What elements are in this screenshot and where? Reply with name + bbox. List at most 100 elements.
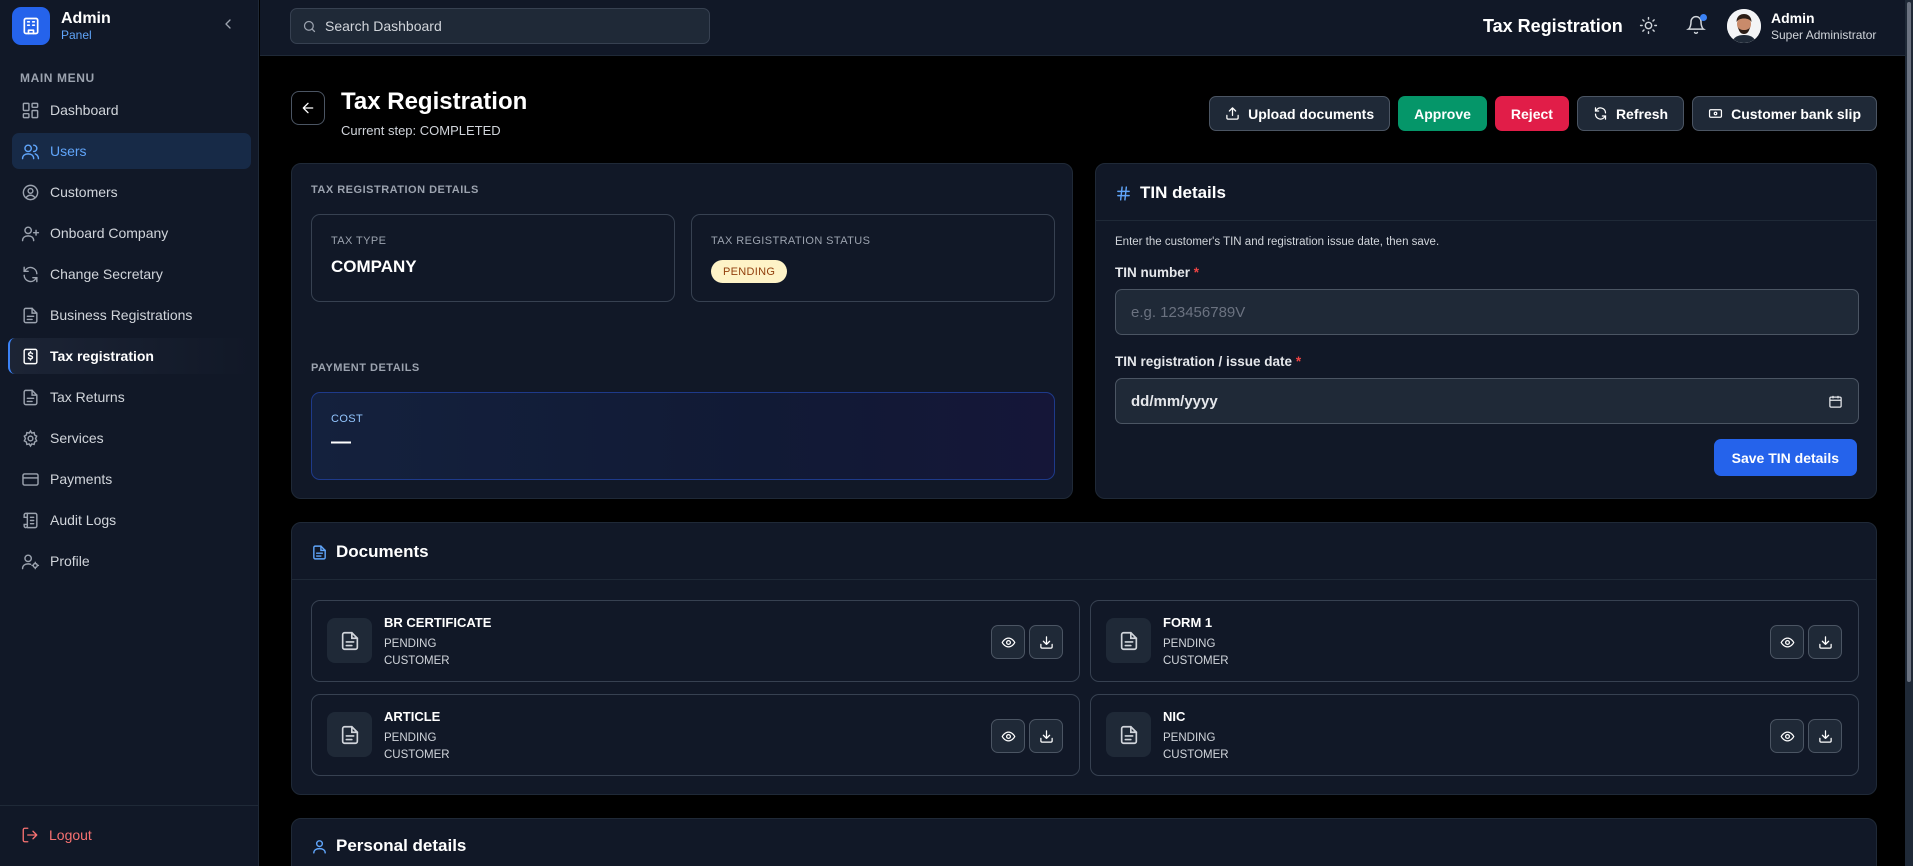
approve-button[interactable]: Approve — [1398, 96, 1487, 131]
user-circle-icon — [21, 183, 40, 202]
details-heading: TAX REGISTRATION DETAILS — [311, 184, 479, 196]
tin-number-label: TIN number * — [1115, 265, 1199, 280]
reject-button[interactable]: Reject — [1494, 96, 1569, 131]
save-tin-details-button[interactable]: Save TIN details — [1713, 439, 1857, 476]
personal-details-card: Personal details — [291, 818, 1877, 866]
tax-registration-details-card: TAX REGISTRATION DETAILS TAX TYPE COMPAN… — [291, 163, 1073, 499]
view-document-button[interactable] — [991, 719, 1025, 753]
document-item: ARTICLE PENDING CUSTOMER — [311, 694, 1080, 776]
user-icon — [313, 839, 326, 854]
sidebar-item-profile[interactable]: Profile — [12, 543, 251, 579]
tin-number-field[interactable] — [1115, 289, 1859, 335]
chevron-left-icon[interactable] — [220, 16, 236, 32]
brand[interactable]: Admin Panel — [12, 7, 111, 45]
sidebar-item-payments[interactable]: Payments — [12, 461, 251, 497]
document-item: NIC PENDING CUSTOMER — [1090, 694, 1859, 776]
tin-number-input[interactable] — [1131, 303, 1831, 321]
refresh-label: Refresh — [1615, 105, 1669, 122]
sidebar-item-label: Dashboard — [50, 102, 119, 118]
sidebar-item-label: Users — [50, 143, 87, 159]
tin-date-field[interactable]: dd/mm/yyyy — [1115, 378, 1859, 424]
download-document-button[interactable] — [1029, 625, 1063, 659]
menu-heading: MAIN MENU — [20, 71, 95, 85]
tax-type-value: COMPANY — [331, 257, 417, 276]
sun-icon[interactable] — [1639, 16, 1658, 35]
gear-icon — [21, 429, 40, 448]
documents-title: Documents — [311, 542, 429, 562]
file-text-icon — [21, 388, 40, 407]
sidebar-item-tax-returns[interactable]: Tax Returns — [12, 379, 251, 415]
refresh-button[interactable]: Refresh — [1576, 96, 1685, 131]
sidebar: Admin Panel MAIN MENU Dashboard Users Cu… — [0, 0, 259, 866]
sidebar-item-audit-logs[interactable]: Audit Logs — [12, 502, 251, 538]
cost-label: COST — [331, 413, 364, 425]
sidebar-item-users[interactable]: Users — [12, 133, 251, 169]
download-document-button[interactable] — [1029, 719, 1063, 753]
dollar-receipt-icon — [21, 347, 40, 366]
tin-date-value: dd/mm/yyyy — [1131, 392, 1218, 410]
user-plus-icon — [21, 224, 40, 243]
upload-documents-button[interactable]: Upload documents — [1209, 96, 1391, 131]
status-label: TAX REGISTRATION STATUS — [711, 235, 871, 247]
sidebar-item-label: Customers — [50, 184, 118, 200]
download-document-button[interactable] — [1808, 625, 1842, 659]
logout-label: Logout — [49, 827, 92, 843]
tin-date-label-text: TIN registration / issue date — [1115, 354, 1293, 369]
notification-dot — [1700, 14, 1707, 21]
document-name: ARTICLE — [384, 709, 441, 724]
document-name: BR CERTIFICATE — [384, 615, 492, 630]
arrow-left-icon — [302, 102, 314, 114]
document-status: PENDING — [1163, 732, 1216, 744]
document-owner: CUSTOMER — [384, 655, 450, 667]
refresh-icon — [1594, 107, 1607, 120]
scroll-icon — [21, 511, 40, 530]
avatar[interactable] — [1727, 9, 1761, 43]
brand-title: Admin — [61, 10, 111, 27]
view-document-button[interactable] — [991, 625, 1025, 659]
search-input[interactable] — [325, 18, 685, 34]
required-mark: * — [1193, 265, 1200, 280]
view-document-button[interactable] — [1770, 719, 1804, 753]
status-badge: PENDING — [711, 260, 788, 283]
sidebar-item-dashboard[interactable]: Dashboard — [12, 92, 251, 128]
sidebar-item-tax-registration[interactable]: Tax registration — [8, 338, 251, 374]
customer-bank-slip-button[interactable]: Customer bank slip — [1692, 96, 1877, 131]
file-text-icon — [21, 306, 40, 325]
download-icon — [1818, 729, 1832, 743]
sidebar-item-label: Profile — [50, 553, 90, 569]
tax-type-box: TAX TYPE COMPANY — [311, 214, 675, 302]
eye-icon — [1001, 730, 1015, 742]
sidebar-item-label: Audit Logs — [50, 512, 117, 528]
user-name: Admin — [1771, 10, 1815, 26]
sidebar-item-customers[interactable]: Customers — [12, 174, 251, 210]
logout-button[interactable]: Logout — [21, 826, 92, 844]
sidebar-item-label: Change Secretary — [50, 266, 163, 282]
sidebar-item-services[interactable]: Services — [12, 420, 251, 456]
document-status: PENDING — [384, 638, 437, 650]
user-cog-icon — [21, 552, 40, 571]
sidebar-item-label: Tax Returns — [50, 389, 125, 405]
view-document-button[interactable] — [1770, 625, 1804, 659]
search-box[interactable] — [290, 8, 710, 44]
download-document-button[interactable] — [1808, 719, 1842, 753]
calendar-icon[interactable] — [1828, 394, 1843, 409]
sidebar-item-business-registrations[interactable]: Business Registrations — [12, 297, 251, 333]
download-icon — [1039, 635, 1053, 649]
search-icon — [303, 20, 316, 32]
main-menu: Dashboard Users Customers Onboard Compan… — [0, 92, 259, 584]
document-owner: CUSTOMER — [1163, 749, 1229, 761]
back-button[interactable] — [291, 91, 325, 125]
scrollbar-thumb[interactable] — [1907, 2, 1911, 682]
tin-card-title: TIN details — [1115, 183, 1226, 203]
refresh-icon — [21, 265, 40, 284]
document-name: FORM 1 — [1163, 615, 1213, 630]
sidebar-item-label: Business Registrations — [50, 307, 193, 323]
sidebar-item-onboard-company[interactable]: Onboard Company — [12, 215, 251, 251]
customer-bank-slip-label: Customer bank slip — [1731, 105, 1861, 122]
sidebar-item-change-secretary[interactable]: Change Secretary — [12, 256, 251, 292]
hash-icon — [1117, 185, 1130, 201]
eye-icon — [1001, 636, 1015, 648]
user-role: Super Administrator — [1771, 28, 1877, 42]
tin-title-label: TIN details — [1140, 183, 1226, 202]
tin-hint: Enter the customer's TIN and registratio… — [1115, 236, 1440, 248]
